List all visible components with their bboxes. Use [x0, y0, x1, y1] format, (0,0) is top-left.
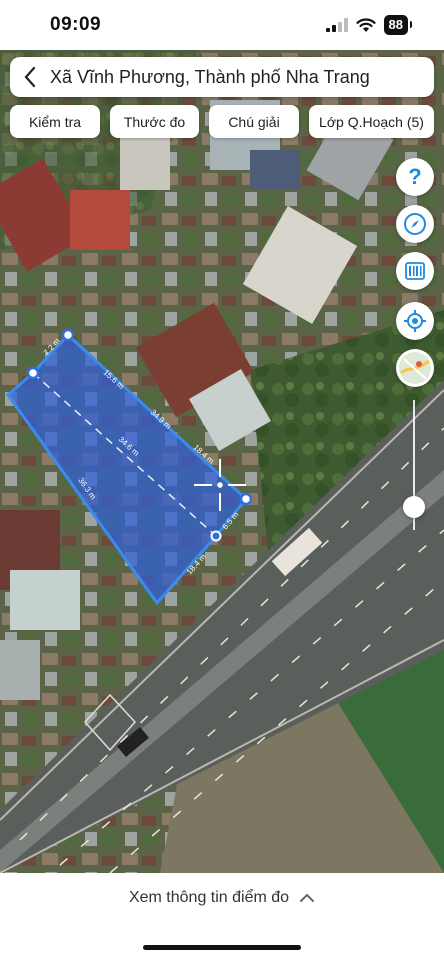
map-layer-thumbnail	[399, 352, 431, 384]
location-title: Xã Vĩnh Phương, Thành phố Nha Trang	[50, 66, 370, 87]
bottom-panel: Xem thông tin điểm đo	[0, 873, 444, 960]
parcel-vertex[interactable]	[26, 366, 40, 380]
chevron-up-icon	[300, 893, 315, 902]
help-icon: ?	[408, 164, 422, 189]
barcode-button[interactable]	[396, 252, 434, 290]
locate-button[interactable]	[396, 302, 434, 340]
signal-icon	[325, 18, 348, 32]
status-bar: 09:09 88	[0, 0, 444, 50]
status-time: 09:09	[50, 14, 102, 35]
help-button[interactable]: ?	[396, 158, 434, 196]
legend-button[interactable]: Chú giải	[209, 105, 299, 138]
ruler-button[interactable]: Thước đo	[110, 105, 199, 138]
battery-indicator: 88	[383, 15, 413, 35]
back-arrow-icon[interactable]	[10, 57, 50, 97]
compass-button[interactable]	[396, 205, 434, 243]
zoom-slider-thumb[interactable]	[403, 495, 425, 518]
map-layer-toggle[interactable]	[396, 349, 434, 387]
measure-info-label: Xem thông tin điểm đo	[128, 889, 290, 906]
satellite-map[interactable]: 7.2 m 15.6 m 34.9 m 18.4 m 6.5 m 18.4 m …	[0, 50, 444, 873]
parcel-vertex[interactable]	[210, 530, 222, 542]
barcode-icon	[405, 262, 425, 280]
status-icons: 88	[325, 15, 413, 35]
search-bar[interactable]: Xã Vĩnh Phương, Thành phố Nha Trang	[10, 57, 434, 97]
compass-icon	[404, 213, 426, 235]
planning-layer-button[interactable]: Lớp Q.Hoạch (5)	[309, 105, 434, 138]
wifi-icon	[355, 17, 376, 32]
parcel-vertex[interactable]	[61, 328, 75, 342]
home-indicator	[143, 945, 301, 950]
locate-icon	[404, 310, 426, 332]
check-button[interactable]: Kiểm tra	[10, 105, 100, 138]
measure-info-toggle[interactable]: Xem thông tin điểm đo	[0, 889, 444, 907]
parcel-vertex[interactable]	[239, 492, 253, 506]
toolbar: Kiểm tra Thước đo Chú giải Lớp Q.Hoạch (…	[10, 105, 434, 139]
